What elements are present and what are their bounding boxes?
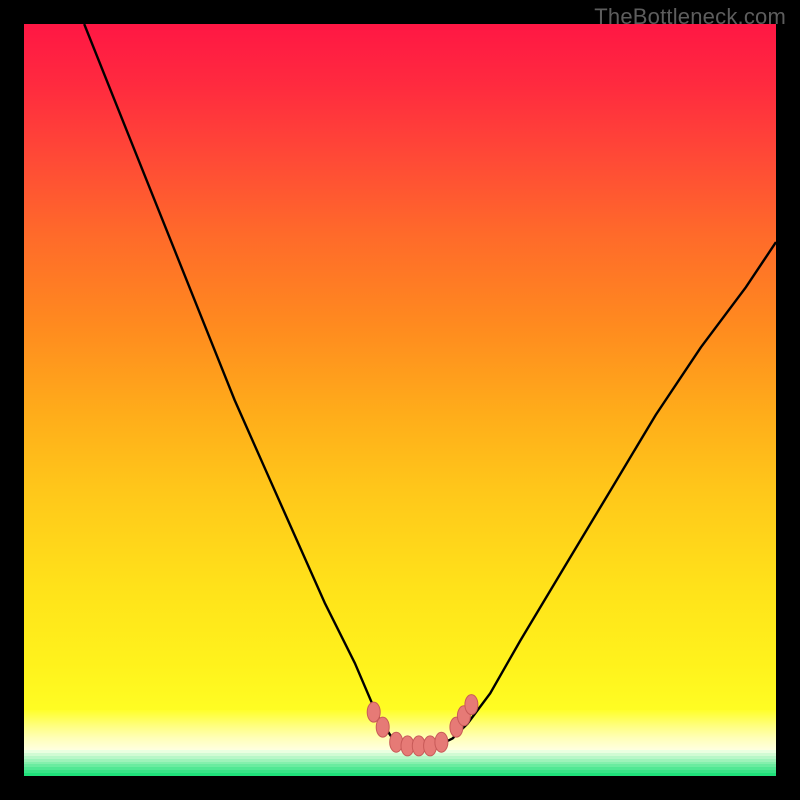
curve-marker bbox=[376, 717, 389, 737]
plot-area bbox=[24, 24, 776, 776]
marker-group bbox=[367, 695, 478, 756]
curve-layer bbox=[24, 24, 776, 776]
curve-marker bbox=[435, 732, 448, 752]
watermark-text: TheBottleneck.com bbox=[594, 4, 786, 30]
curve-marker bbox=[465, 695, 478, 715]
curve-marker bbox=[424, 736, 437, 756]
curve-marker bbox=[390, 732, 403, 752]
stage: TheBottleneck.com bbox=[0, 0, 800, 800]
bottleneck-curve bbox=[84, 24, 776, 746]
